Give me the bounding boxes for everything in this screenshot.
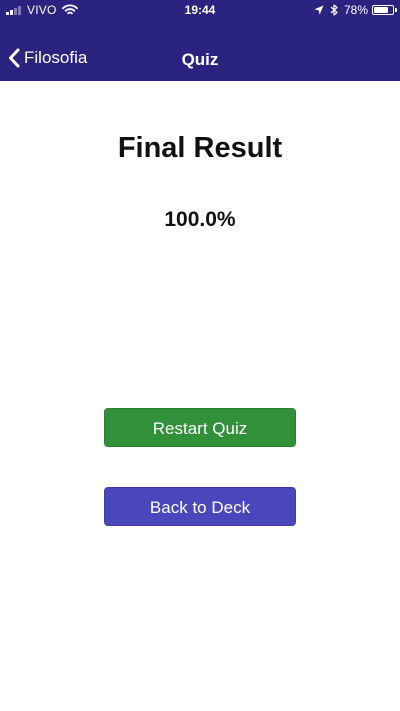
result-heading: Final Result bbox=[117, 132, 283, 164]
back-label: Filosofia bbox=[24, 48, 88, 67]
score-value: 100.0% bbox=[164, 208, 236, 231]
battery-fill bbox=[374, 7, 389, 13]
restart-quiz-button[interactable]: Restart Quiz bbox=[104, 408, 296, 447]
quiz-result-screen: VIVO 19:44 78% Filosofia Quiz Final Resu… bbox=[0, 0, 400, 711]
status-bar: VIVO 19:44 78% bbox=[0, 0, 400, 22]
battery-icon bbox=[372, 5, 397, 15]
back-to-deck-button[interactable]: Back to Deck bbox=[104, 487, 296, 526]
bluetooth-icon bbox=[330, 4, 338, 16]
status-right: 78% bbox=[314, 3, 397, 17]
chevron-left-icon bbox=[9, 48, 20, 68]
location-arrow-icon bbox=[314, 5, 324, 15]
battery-percent: 78% bbox=[343, 3, 368, 17]
header-bar: VIVO 19:44 78% Filosofia Quiz bbox=[0, 0, 400, 81]
navigation-bar: Filosofia Quiz bbox=[0, 40, 400, 80]
back-button[interactable]: Filosofia bbox=[8, 48, 87, 68]
